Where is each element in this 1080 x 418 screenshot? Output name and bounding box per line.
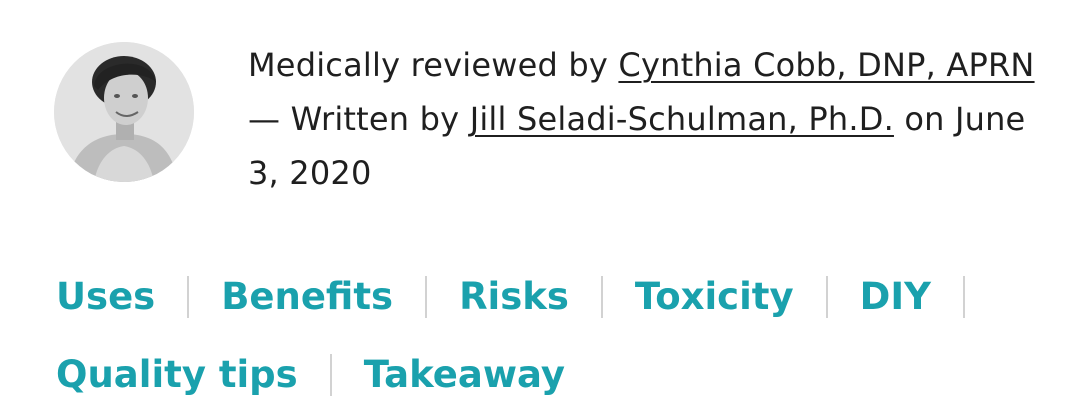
toc-link-uses[interactable]: Uses: [56, 258, 155, 336]
toc-link-risks[interactable]: Risks: [459, 258, 569, 336]
byline-text: Medically reviewed by Cynthia Cobb, DNP,…: [248, 38, 1048, 200]
toc-separator: [962, 276, 965, 318]
toc-row-1: Uses Benefits Risks Toxicity DIY: [56, 258, 1016, 336]
toc-separator: [425, 276, 428, 318]
toc-link-quality-tips[interactable]: Quality tips: [56, 336, 298, 414]
toc-row-2: Quality tips Takeaway: [56, 336, 1016, 414]
reviewer-photo-icon: [54, 42, 194, 182]
reviewer-link[interactable]: Cynthia Cobb, DNP, APRN: [618, 46, 1034, 84]
toc-separator: [329, 354, 332, 396]
toc-separator: [600, 276, 603, 318]
author-link[interactable]: Jill Seladi-Schulman, Ph.D.: [470, 100, 894, 138]
table-of-contents: Uses Benefits Risks Toxicity DIY Quality…: [56, 258, 1016, 414]
toc-link-benefits[interactable]: Benefits: [221, 258, 393, 336]
toc-link-takeaway[interactable]: Takeaway: [364, 336, 565, 414]
reviewer-avatar[interactable]: [54, 42, 194, 182]
toc-separator: [187, 276, 190, 318]
written-by-label: — Written by: [248, 100, 470, 138]
reviewed-by-label: Medically reviewed by: [248, 46, 619, 84]
toc-link-toxicity[interactable]: Toxicity: [635, 258, 794, 336]
toc-link-diy[interactable]: DIY: [860, 258, 931, 336]
toc-separator: [825, 276, 828, 318]
article-byline: Medically reviewed by Cynthia Cobb, DNP,…: [54, 42, 1054, 192]
